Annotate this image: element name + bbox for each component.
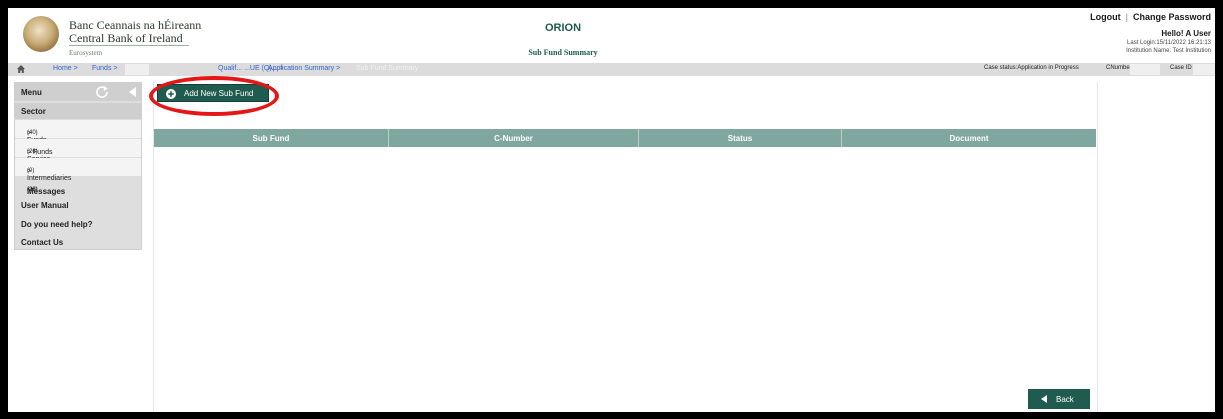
column-label: Sub Fund <box>252 134 290 143</box>
sub-fund-table-header: Sub Fund C-Number Status Document <box>154 129 1096 147</box>
user-greeting: Hello! A User <box>1161 29 1211 38</box>
back-button-label: Back <box>1056 395 1074 404</box>
column-document[interactable]: Document <box>842 129 1096 147</box>
sidebar-item-help[interactable]: Do you need help? <box>15 215 141 233</box>
column-sub-fund[interactable]: Sub Fund <box>154 129 389 147</box>
breadcrumb-current: Sub Fund Summary <box>356 65 419 72</box>
sidebar-item-contact[interactable]: Contact Us <box>15 233 141 251</box>
back-button[interactable]: Back <box>1028 389 1090 409</box>
bank-seal-logo <box>23 16 59 52</box>
case-id-label: Case ID <box>1170 65 1192 71</box>
sidebar-item-funds[interactable]: > Funds (40) <box>15 120 141 144</box>
back-arrow-icon <box>1041 395 1047 403</box>
refresh-icon[interactable] <box>95 85 109 99</box>
logo-divider <box>69 45 189 46</box>
eurosystem-label: Eurosystem <box>69 49 103 57</box>
home-icon[interactable] <box>16 64 26 74</box>
sidebar-item-count: (26) <box>27 149 38 155</box>
app-window: Banc Ceannais na hÉireann Central Bank o… <box>8 8 1215 412</box>
collapse-arrow-icon[interactable] <box>127 86 137 98</box>
link-separator: | <box>1125 12 1128 22</box>
case-id-value <box>1193 64 1215 75</box>
account-links: Logout | Change Password <box>1090 12 1211 22</box>
sidebar-item-count: (40) <box>27 130 38 136</box>
sidebar-menu-header: Menu <box>15 83 141 101</box>
sidebar: Menu Sector > Funds (40) > Funds Service… <box>14 82 142 250</box>
column-label: C-Number <box>494 134 533 143</box>
column-label: Status <box>727 134 753 143</box>
column-label: Document <box>949 134 989 143</box>
sidebar-item-count: (0) <box>27 168 35 174</box>
institution-name: Institution Name: Test Institution <box>1126 48 1211 54</box>
breadcrumb: Home > Funds > Qualif... ...UE (Q)... > … <box>8 63 1215 76</box>
sidebar-item-label: User Manual <box>21 201 69 210</box>
change-password-link[interactable]: Change Password <box>1133 12 1211 22</box>
column-c-number[interactable]: C-Number <box>389 129 639 147</box>
breadcrumb-funds[interactable]: Funds > <box>92 65 118 72</box>
app-title: ORION <box>544 22 582 34</box>
column-status[interactable]: Status <box>639 129 842 147</box>
menu-label: Menu <box>21 88 42 97</box>
cnumber-value <box>1130 64 1160 75</box>
sidebar-item-funds-service-providers[interactable]: > Funds Service Providers (26) <box>15 139 141 170</box>
sidebar-item-label: Do you need help? <box>21 220 93 229</box>
sidebar-sector-header: Sector <box>15 103 141 119</box>
bank-name-english: Central Bank of Ireland <box>69 31 183 45</box>
breadcrumb-redacted <box>125 64 149 75</box>
highlight-annotation <box>149 76 279 116</box>
sidebar-item-user-manual[interactable]: User Manual <box>15 196 141 214</box>
header: Banc Ceannais na hÉireann Central Bank o… <box>8 8 1215 62</box>
page-title: Sub Fund Summary <box>528 48 598 57</box>
logout-link[interactable]: Logout <box>1090 12 1121 22</box>
sidebar-item-count: (28) <box>27 187 38 193</box>
breadcrumb-home[interactable]: Home > <box>53 65 78 72</box>
sidebar-item-intermediaries[interactable]: > Intermediaries (0) <box>15 158 141 182</box>
last-login-info: Last Login:15/11/2022 16:21:13 <box>1127 40 1211 46</box>
breadcrumb-application-summary[interactable]: Application Summary > <box>268 65 340 72</box>
sidebar-item-messages[interactable]: Messages (28) <box>15 177 141 196</box>
sector-label: Sector <box>21 107 46 116</box>
case-status: Case status:Application in Progress <box>984 65 1079 71</box>
sidebar-item-label: Contact Us <box>21 238 64 247</box>
cnumber-label: CNumbe <box>1106 65 1130 71</box>
